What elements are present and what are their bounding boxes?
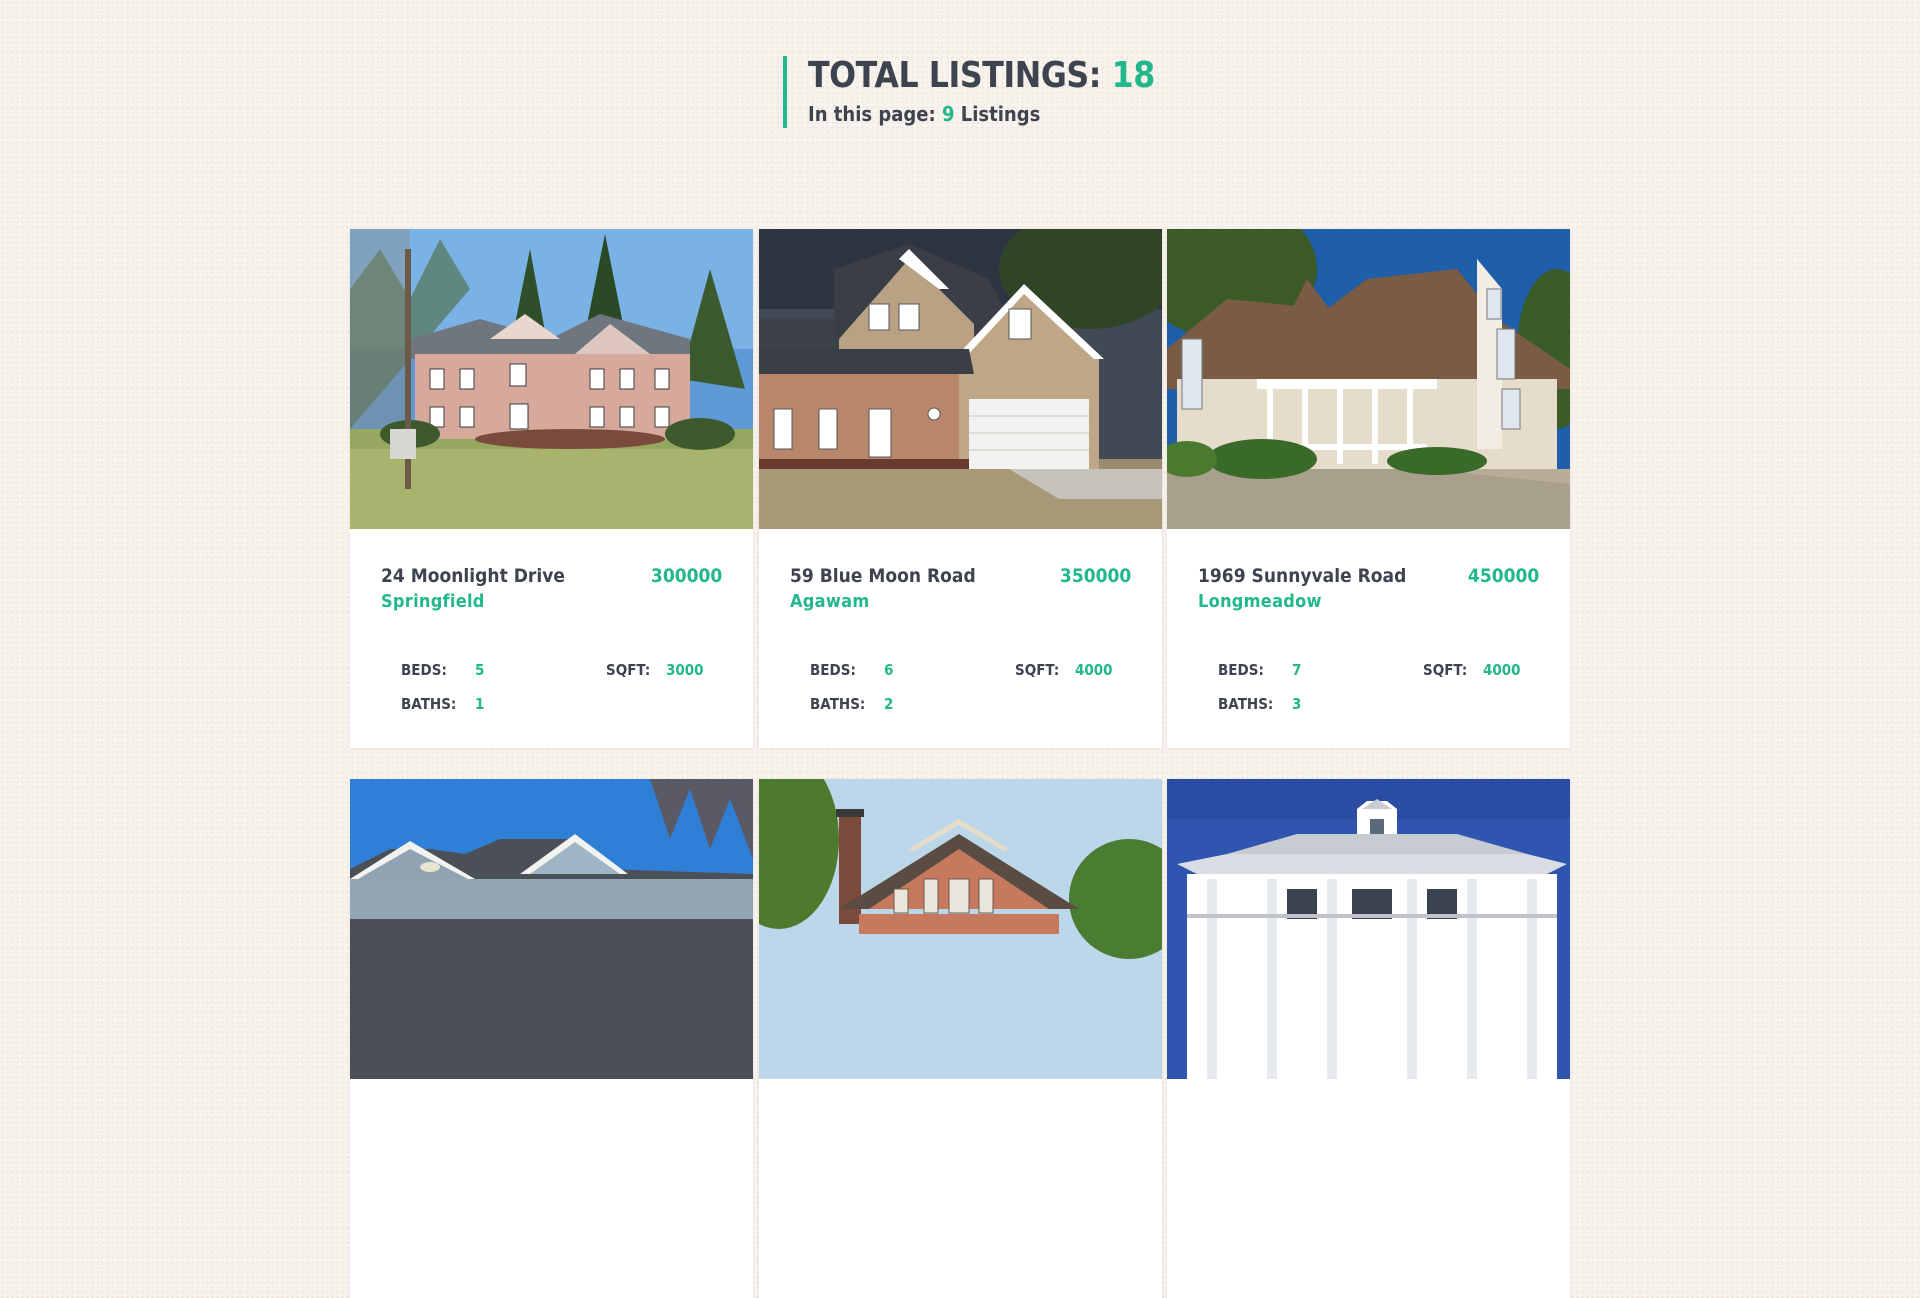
sqft-value: 3000 xyxy=(666,661,704,679)
tan-house-photo xyxy=(759,229,1162,529)
brick-house-photo xyxy=(350,229,753,529)
baths-value: 2 xyxy=(884,695,894,713)
beds-value: 5 xyxy=(475,661,485,679)
listing-photo[interactable] xyxy=(350,779,753,1079)
baths-label: BATHS: xyxy=(1218,695,1274,713)
page-count-value: 9 xyxy=(941,102,955,126)
listing-photo[interactable] xyxy=(759,779,1162,1079)
listing-city: Springfield xyxy=(381,591,485,612)
listing-city: Longmeadow xyxy=(1198,591,1322,612)
baths-label: BATHS: xyxy=(401,695,457,713)
listing-photo[interactable] xyxy=(1167,779,1570,1079)
listing-photo[interactable] xyxy=(1167,229,1570,529)
listing-details: 24 Moonlight Drive 300000 Springfield BE… xyxy=(350,529,753,748)
listing-address[interactable]: 1969 Sunnyvale Road xyxy=(1198,565,1406,587)
listing-photo[interactable] xyxy=(350,229,753,529)
beach-house-photo xyxy=(1167,779,1570,1079)
baths-label: BATHS: xyxy=(810,695,866,713)
baths-value: 1 xyxy=(475,695,485,713)
listing-card[interactable] xyxy=(759,779,1162,1298)
listing-address[interactable]: 24 Moonlight Drive xyxy=(381,565,565,587)
page-count-prefix: In this page: xyxy=(808,102,936,126)
total-listings-label: TOTAL LISTINGS: xyxy=(808,55,1102,96)
baths-value: 3 xyxy=(1292,695,1302,713)
listing-city: Agawam xyxy=(790,591,870,612)
listing-address[interactable]: 59 Blue Moon Road xyxy=(790,565,976,587)
sqft-value: 4000 xyxy=(1483,661,1521,679)
sqft-label: SQFT: xyxy=(606,661,651,679)
craftsman-house-photo xyxy=(759,779,1162,1079)
listing-card[interactable]: 24 Moonlight Drive 300000 Springfield BE… xyxy=(350,229,753,748)
victorian-house-photo xyxy=(1167,229,1570,529)
listing-details: 59 Blue Moon Road 350000 Agawam BEDS: 6 … xyxy=(759,529,1162,748)
blue-house-photo xyxy=(350,779,753,1079)
page-listings-count: In this page: 9 Listings xyxy=(808,102,1163,126)
beds-value: 6 xyxy=(884,661,894,679)
listing-price: 300000 xyxy=(650,565,722,587)
sqft-value: 4000 xyxy=(1075,661,1113,679)
beds-label: BEDS: xyxy=(401,661,447,679)
beds-label: BEDS: xyxy=(810,661,856,679)
listing-card[interactable] xyxy=(1167,779,1570,1298)
page-count-suffix: Listings xyxy=(960,102,1041,126)
total-listings-count: 18 xyxy=(1111,55,1156,96)
total-listings-title: TOTAL LISTINGS: 18 xyxy=(808,56,1155,96)
listing-price: 350000 xyxy=(1059,565,1131,587)
beds-value: 7 xyxy=(1292,661,1302,679)
listing-photo[interactable] xyxy=(759,229,1162,529)
listing-card[interactable]: 59 Blue Moon Road 350000 Agawam BEDS: 6 … xyxy=(759,229,1162,748)
sqft-label: SQFT: xyxy=(1423,661,1468,679)
listing-price: 450000 xyxy=(1467,565,1539,587)
listing-card[interactable]: 1969 Sunnyvale Road 450000 Longmeadow BE… xyxy=(1167,229,1570,748)
listings-summary-header: TOTAL LISTINGS: 18 In this page: 9 Listi… xyxy=(783,56,1202,128)
listing-details: 1969 Sunnyvale Road 450000 Longmeadow BE… xyxy=(1167,529,1570,748)
beds-label: BEDS: xyxy=(1218,661,1264,679)
listing-card[interactable] xyxy=(350,779,753,1298)
sqft-label: SQFT: xyxy=(1015,661,1060,679)
